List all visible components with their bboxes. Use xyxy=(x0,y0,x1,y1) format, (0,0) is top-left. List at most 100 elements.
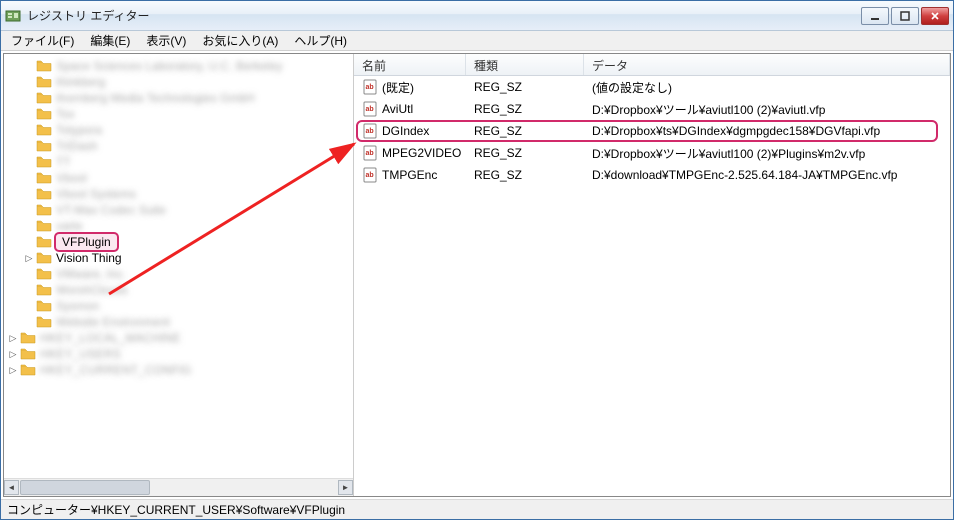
scroll-right-arrow-icon[interactable]: ► xyxy=(338,480,353,495)
tree-item-label: VT-Max Codec Suite xyxy=(54,203,168,217)
menu-edit[interactable]: 編集(E) xyxy=(82,31,138,50)
statusbar: コンピューター¥HKEY_CURRENT_USER¥Software¥VFPlu… xyxy=(1,499,953,519)
string-value-icon: ab xyxy=(362,145,378,161)
tree-item-label: VMware, Inc. xyxy=(54,267,128,281)
values-list-pane[interactable]: 名前 種類 データ ab(既定)REG_SZ(値の設定なし)abAviUtlRE… xyxy=(354,54,950,496)
svg-text:ab: ab xyxy=(366,106,374,113)
maximize-button[interactable] xyxy=(891,7,919,25)
tree-item[interactable]: VT-Max Codec Suite xyxy=(4,202,353,218)
column-header-type[interactable]: 種類 xyxy=(466,54,584,75)
scroll-left-arrow-icon[interactable]: ◄ xyxy=(4,480,19,495)
tree-item-label: Sysmon xyxy=(54,299,101,313)
statusbar-path: コンピューター¥HKEY_CURRENT_USER¥Software¥VFPlu… xyxy=(7,501,345,518)
registry-editor-window: レジストリ エディター ファイル(F) 編集(E) 表示(V) お気に入り(A)… xyxy=(0,0,954,520)
value-data: D:¥Dropbox¥ツール¥aviutl100 (2)¥aviutl.vfp xyxy=(584,101,950,118)
tree-item-label: thornberg Media Technologies GmbH xyxy=(54,91,257,105)
tree-item[interactable]: VMware, Inc. xyxy=(4,266,353,282)
tree-item-label: TT xyxy=(54,155,73,169)
tree-item-selected[interactable]: VFPlugin xyxy=(4,234,353,250)
value-row[interactable]: ab (既定) REG_SZ(値の設定なし) xyxy=(354,76,950,98)
column-header-data[interactable]: データ xyxy=(584,54,950,75)
tree-item-label: Website Environment xyxy=(54,315,172,329)
string-value-icon: ab xyxy=(362,167,378,183)
content-area: Space Sciences Laboratory, U.C. Berkeley… xyxy=(3,53,951,497)
tree-item[interactable]: Totypora xyxy=(4,122,353,138)
svg-text:ab: ab xyxy=(366,172,374,179)
tree-body[interactable]: Space Sciences Laboratory, U.C. Berkeley… xyxy=(4,54,353,478)
folder-icon xyxy=(20,331,36,345)
tree-item[interactable]: WorshClouds xyxy=(4,282,353,298)
tree-item[interactable]: thinkberg xyxy=(4,74,353,90)
tree-item-label: HKEY_LOCAL_MACHINE xyxy=(38,331,183,345)
tree-item[interactable]: Tox xyxy=(4,106,353,122)
folder-icon xyxy=(36,123,52,137)
titlebar[interactable]: レジストリ エディター xyxy=(1,1,953,31)
window-controls xyxy=(861,7,949,25)
tree-item-label: Space Sciences Laboratory, U.C. Berkeley xyxy=(54,59,285,73)
tree-pane[interactable]: Space Sciences Laboratory, U.C. Berkeley… xyxy=(4,54,354,496)
value-data: (値の設定なし) xyxy=(584,79,950,96)
window-title: レジストリ エディター xyxy=(27,7,861,24)
tree-item-label: Tox xyxy=(54,107,77,121)
tree-item[interactable]: Vbool Systems xyxy=(4,186,353,202)
string-value-icon: ab xyxy=(362,123,378,139)
svg-text:ab: ab xyxy=(366,84,374,91)
tree-item-label: varte xyxy=(54,219,85,233)
tree-item[interactable]: Website Environment xyxy=(4,314,353,330)
value-type: REG_SZ xyxy=(466,80,584,94)
folder-icon xyxy=(36,75,52,89)
expand-toggle-icon[interactable]: ▷ xyxy=(24,253,34,264)
value-type: REG_SZ xyxy=(466,168,584,182)
tree-item[interactable]: TT xyxy=(4,154,353,170)
value-name: (既定) xyxy=(382,79,414,96)
expand-toggle-icon[interactable]: ▷ xyxy=(8,365,18,376)
tree-item-label: WorshClouds xyxy=(54,283,130,297)
tree-item[interactable]: ▷ HKEY_LOCAL_MACHINE xyxy=(4,330,353,346)
tree-horizontal-scrollbar[interactable]: ◄ ► xyxy=(4,478,353,496)
menu-file[interactable]: ファイル(F) xyxy=(3,31,82,50)
list-body[interactable]: ab(既定)REG_SZ(値の設定なし)abAviUtlREG_SZD:¥Dro… xyxy=(354,76,950,496)
folder-icon xyxy=(36,283,52,297)
tree-item-label: Vbool Systems xyxy=(54,187,138,201)
tree-item[interactable]: TriDash xyxy=(4,138,353,154)
string-value-icon: ab xyxy=(362,101,378,117)
expand-toggle-icon[interactable]: ▷ xyxy=(8,333,18,344)
folder-icon xyxy=(36,267,52,281)
expand-toggle-icon[interactable]: ▷ xyxy=(8,349,18,360)
value-row[interactable]: abDGIndexREG_SZD:¥Dropbox¥ts¥DGIndex¥dgm… xyxy=(354,120,950,142)
close-button[interactable] xyxy=(921,7,949,25)
menubar: ファイル(F) 編集(E) 表示(V) お気に入り(A) ヘルプ(H) xyxy=(1,31,953,51)
folder-icon xyxy=(36,235,52,249)
folder-icon xyxy=(36,315,52,329)
value-name: MPEG2VIDEO xyxy=(382,146,461,160)
value-row[interactable]: abMPEG2VIDEOREG_SZD:¥Dropbox¥ツール¥aviutl1… xyxy=(354,142,950,164)
tree-item-label: Vision Thing xyxy=(54,251,124,265)
value-row[interactable]: ab TMPGEnc REG_SZD:¥download¥TMPGEnc-2.525… xyxy=(354,164,950,186)
menu-view[interactable]: 表示(V) xyxy=(138,31,194,50)
tree-item[interactable]: ▷ Vision Thing xyxy=(4,250,353,266)
folder-icon xyxy=(36,155,52,169)
tree-item[interactable]: ▷ HKEY_USERS xyxy=(4,346,353,362)
menu-help[interactable]: ヘルプ(H) xyxy=(286,31,355,50)
tree-item-label: Vbool xyxy=(54,171,89,185)
value-name: DGIndex xyxy=(382,124,429,138)
value-name: TMPGEnc xyxy=(382,168,437,182)
column-header-name[interactable]: 名前 xyxy=(354,54,466,75)
value-data: D:¥download¥TMPGEnc-2.525.64.184-JA¥TMPG… xyxy=(584,168,950,182)
folder-icon xyxy=(36,91,52,105)
minimize-button[interactable] xyxy=(861,7,889,25)
tree-item[interactable]: Sysmon xyxy=(4,298,353,314)
folder-icon xyxy=(20,363,36,377)
menu-favorites[interactable]: お気に入り(A) xyxy=(194,31,286,50)
tree-item[interactable]: Space Sciences Laboratory, U.C. Berkeley xyxy=(4,58,353,74)
folder-icon xyxy=(36,219,52,233)
tree-item-label: HKEY_USERS xyxy=(38,347,123,361)
folder-icon xyxy=(36,171,52,185)
value-row[interactable]: abAviUtlREG_SZD:¥Dropbox¥ツール¥aviutl100 (… xyxy=(354,98,950,120)
scroll-thumb[interactable] xyxy=(20,480,150,495)
tree-item[interactable]: Vbool xyxy=(4,170,353,186)
tree-item-label: HKEY_CURRENT_CONFIG xyxy=(38,363,193,377)
tree-item[interactable]: thornberg Media Technologies GmbH xyxy=(4,90,353,106)
tree-item[interactable]: ▷ HKEY_CURRENT_CONFIG xyxy=(4,362,353,378)
folder-icon xyxy=(36,59,52,73)
